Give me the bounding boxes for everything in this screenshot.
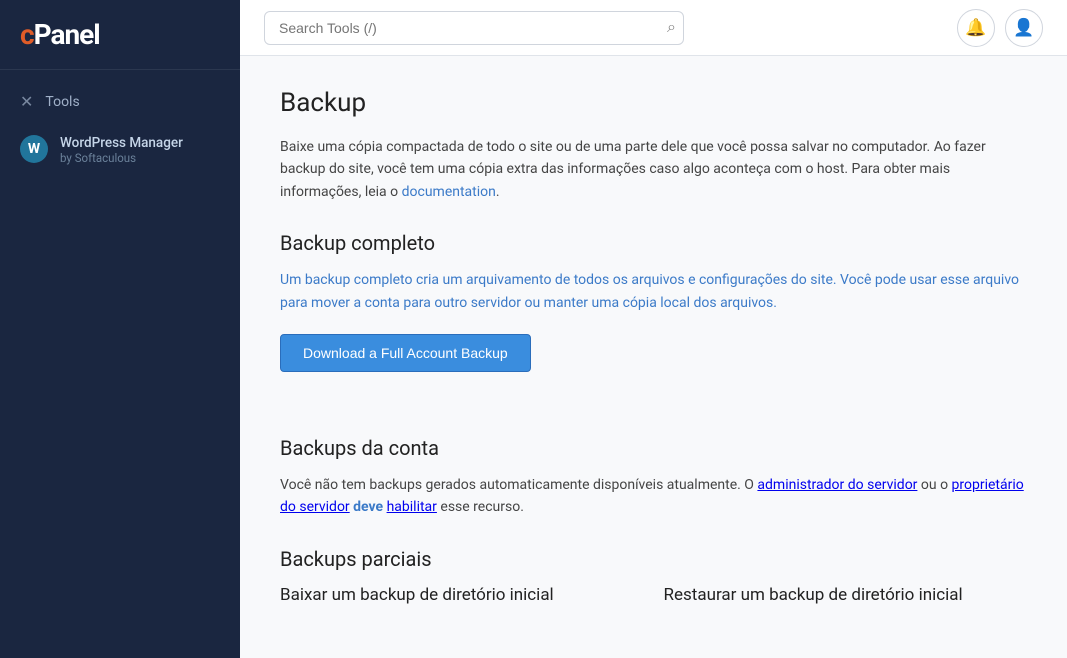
search-button[interactable]: ⌕ bbox=[667, 19, 676, 37]
search-input[interactable] bbox=[264, 11, 684, 45]
partial-grid: Baixar um backup de diretório inicial Re… bbox=[280, 585, 1027, 605]
sidebar-item-wordpress-manager[interactable]: W WordPress Manager by Softaculous bbox=[0, 123, 240, 177]
sidebar-item-tools[interactable]: ✕ Tools bbox=[0, 80, 240, 123]
intro-text: Baixe uma cópia compactada de todo o sit… bbox=[280, 139, 986, 200]
backups-conta-text1: Você não tem backups gerados automaticam… bbox=[280, 477, 757, 493]
partial-item-restaurar-label: Restaurar um backup de diretório inicial bbox=[664, 585, 963, 605]
page-title: Backup bbox=[280, 88, 1027, 118]
backups-conta-description: Você não tem backups gerados automaticam… bbox=[280, 474, 1027, 519]
backups-conta-text2: ou o bbox=[917, 477, 951, 493]
backups-parciais-section: Backups parciais Baixar um backup de dir… bbox=[280, 547, 1027, 605]
backups-conta-title: Backups da conta bbox=[280, 436, 1027, 460]
backups-conta-deve: deve bbox=[353, 499, 383, 515]
sidebar-nav: ✕ Tools W WordPress Manager by Softaculo… bbox=[0, 70, 240, 187]
sidebar: cPanel ✕ Tools W WordPress Manager by So… bbox=[0, 0, 240, 658]
close-icon: ✕ bbox=[20, 92, 33, 111]
habilitar-link[interactable]: habilitar bbox=[387, 499, 437, 515]
sidebar-logo: cPanel bbox=[0, 0, 240, 70]
backup-completo-section: Backup completo Um backup completo cria … bbox=[280, 231, 1027, 408]
wp-manager-subtitle: by Softaculous bbox=[60, 151, 183, 165]
documentation-link[interactable]: documentation bbox=[402, 184, 496, 200]
intro-end: . bbox=[496, 184, 500, 200]
partial-item-restaurar: Restaurar um backup de diretório inicial bbox=[664, 585, 1028, 605]
partial-item-baixar-label: Baixar um backup de diretório inicial bbox=[280, 585, 554, 605]
wp-label-wrap: WordPress Manager by Softaculous bbox=[60, 135, 183, 165]
notifications-button[interactable]: 🔔 bbox=[957, 9, 995, 47]
search-bar: ⌕ bbox=[264, 11, 684, 45]
user-menu-button[interactable]: 👤 bbox=[1005, 9, 1043, 47]
backup-completo-title: Backup completo bbox=[280, 231, 1027, 255]
wordpress-icon: W bbox=[20, 135, 48, 163]
wp-manager-title: WordPress Manager bbox=[60, 135, 183, 151]
main-area: ⌕ 🔔 👤 Backup Baixe uma cópia compactada … bbox=[240, 0, 1067, 658]
download-full-backup-button[interactable]: Download a Full Account Backup bbox=[280, 334, 531, 372]
content-area: Backup Baixe uma cópia compactada de tod… bbox=[240, 56, 1067, 658]
admin-server-link[interactable]: administrador do servidor bbox=[757, 477, 917, 493]
search-icon: ⌕ bbox=[667, 19, 676, 36]
backups-conta-section: Backups da conta Você não tem backups ge… bbox=[280, 436, 1027, 519]
backup-completo-desc-text: Um backup completo cria um arquivamento … bbox=[280, 272, 1019, 310]
backups-parciais-title: Backups parciais bbox=[280, 547, 1027, 571]
backups-conta-text5: esse recurso. bbox=[437, 499, 524, 515]
bell-icon: 🔔 bbox=[965, 18, 986, 38]
header: ⌕ 🔔 👤 bbox=[240, 0, 1067, 56]
intro-paragraph: Baixe uma cópia compactada de todo o sit… bbox=[280, 136, 1027, 203]
user-icon: 👤 bbox=[1013, 18, 1034, 38]
backup-completo-description: Um backup completo cria um arquivamento … bbox=[280, 269, 1027, 314]
partial-item-baixar: Baixar um backup de diretório inicial bbox=[280, 585, 644, 605]
sidebar-item-label: Tools bbox=[45, 94, 79, 110]
logo-text: cPanel bbox=[20, 18, 100, 51]
